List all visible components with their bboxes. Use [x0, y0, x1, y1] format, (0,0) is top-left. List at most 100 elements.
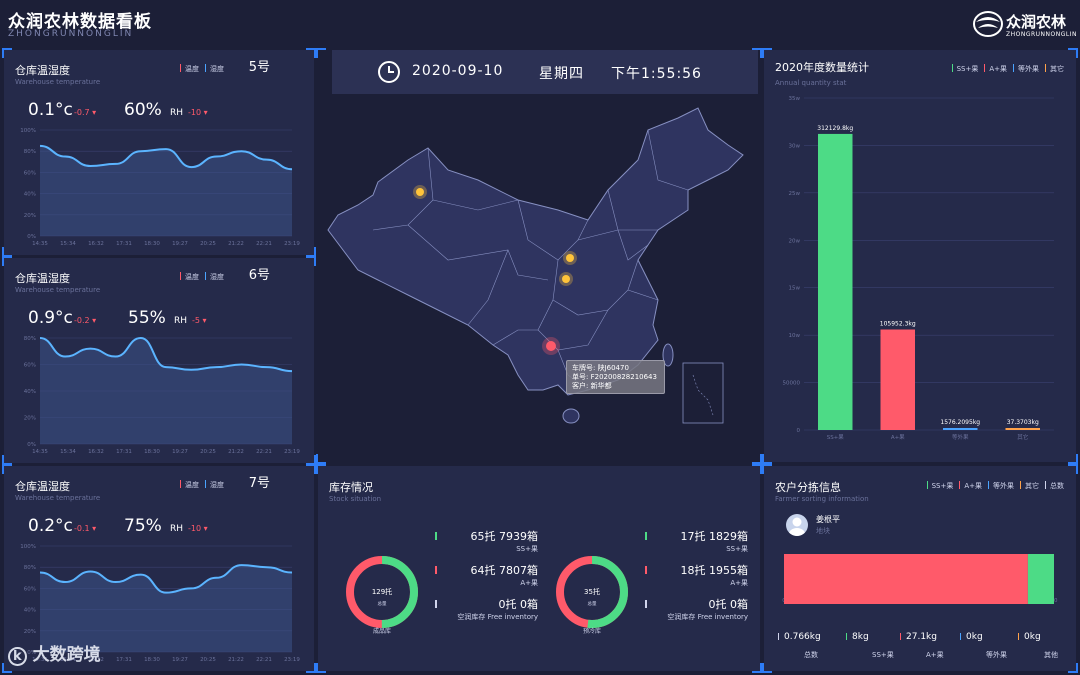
bar[interactable] — [943, 428, 978, 430]
stock-donut[interactable]: 129托总量成品库 — [342, 552, 422, 646]
bar-data-label: 105952.3kg — [880, 320, 916, 327]
warehouse-title: 仓库温湿度 — [15, 480, 70, 493]
bar[interactable] — [880, 329, 916, 430]
stat-color-tick — [1018, 633, 1019, 640]
y-tick-label: 100% — [20, 544, 36, 550]
legend-a[interactable]: A+果 — [984, 64, 1007, 74]
warehouse-legend: 温度 湿度 — [180, 64, 224, 74]
y-tick-label: 40% — [24, 608, 36, 614]
tooltip-customer: 客户: 新华都 — [572, 382, 612, 390]
tooltip-order: 单号: F20200828210643 — [572, 373, 657, 381]
x-tick-label: 17:31 — [116, 657, 132, 663]
header: 众润农林数据看板 ZHONGRUNNONGLIN 众润农林 ZHONGRUNNO… — [0, 0, 1080, 46]
warehouse-title: 仓库温湿度 — [15, 64, 70, 77]
bar-data-label: 37.3703kg — [1007, 419, 1039, 426]
logo-sub: ZHONGRUNNONGLIN — [1006, 31, 1077, 38]
stacked-bar-segment[interactable] — [1027, 554, 1054, 604]
bar[interactable] — [1005, 428, 1041, 430]
stock-label: SS+果 — [516, 545, 538, 553]
y-tick-label: 10w — [789, 333, 801, 339]
legend-ss[interactable]: SS+果 — [926, 481, 953, 491]
x-tick-label: 等外果 — [952, 433, 969, 441]
farmer-legend: SS+果 A+果 等外果 其它 总数 — [926, 481, 1064, 491]
legend-misc[interactable]: 其它 — [1045, 64, 1064, 74]
stat-label: SS+果 — [872, 651, 894, 659]
x-tick-label: 18:30 — [144, 449, 160, 455]
y-tick-label: 40% — [24, 192, 36, 198]
legend-total[interactable]: 总数 — [1045, 481, 1064, 491]
legend-temp[interactable]: 温度 — [180, 272, 199, 282]
legend-temp[interactable]: 温度 — [180, 64, 199, 74]
watermark: k 大数跨境 — [8, 640, 101, 666]
x-tick-label: 17:31 — [116, 241, 132, 247]
bar-data-label: 312129.8kg — [817, 125, 853, 132]
y-tick-label: 80% — [24, 336, 36, 342]
y-tick-label: 50000 — [783, 381, 801, 387]
warehouse-subtitle: Warehouse temperature — [15, 78, 101, 86]
x-tick-label: 18:30 — [144, 657, 160, 663]
x-tick-label: 15:34 — [60, 241, 76, 247]
x-tick-label: 23:19 — [284, 449, 300, 455]
x-tick-label: 16:32 — [88, 449, 104, 455]
stock-label: A+果 — [520, 579, 538, 587]
map-marker-xinjiang — [413, 185, 427, 199]
legend-humidity[interactable]: 湿度 — [205, 480, 224, 490]
legend-temp[interactable]: 温度 — [180, 480, 199, 490]
warehouse-panel: 仓库温湿度 Warehouse temperature 温度 湿度 5号 0.1°c -0.… — [2, 48, 316, 257]
watermark-logo-icon: k — [8, 647, 27, 666]
legend-other[interactable]: 等外果 — [988, 481, 1014, 491]
humidity-value: 75% — [124, 516, 162, 536]
stat-value: 0kg — [966, 632, 983, 642]
y-tick-label: 80% — [24, 149, 36, 155]
app-subtitle: ZHONGRUNNONGLIN — [8, 29, 134, 39]
legend-humidity[interactable]: 湿度 — [205, 272, 224, 282]
bar[interactable] — [818, 133, 853, 430]
stacked-bar-segment[interactable] — [784, 554, 1028, 604]
x-tick-label: 14:35 — [32, 449, 48, 455]
stat-value: 0kg — [1024, 632, 1041, 642]
stock-color-tick — [645, 566, 647, 574]
humidity-area — [40, 145, 292, 236]
x-tick-label: 21:22 — [228, 449, 244, 455]
warehouse-panel: 仓库温湿度 Warehouse temperature 温度 湿度 6号 0.9°c -0.… — [2, 256, 316, 465]
legend-a[interactable]: A+果 — [959, 481, 982, 491]
x-tick-label: 16:32 — [88, 241, 104, 247]
y-tick-label: 0% — [27, 442, 36, 448]
clock-weekday: 星期四 — [539, 66, 584, 82]
temperature-delta: -0.1 ▾ — [74, 524, 97, 533]
x-tick-label: 20:25 — [200, 449, 216, 455]
rh-label: RH — [170, 524, 184, 534]
map-marker-selected — [542, 337, 560, 355]
x-tick-label: 22:21 — [256, 449, 272, 455]
stat-color-tick — [846, 633, 847, 640]
stock-value: 0托 0箱 — [708, 598, 749, 611]
logo-text: 众润农林 — [1006, 13, 1067, 31]
annual-legend: SS+果 A+果 等外果 其它 — [951, 64, 1064, 74]
stat-color-tick — [960, 633, 961, 640]
legend-misc[interactable]: 其它 — [1020, 481, 1039, 491]
legend-ss[interactable]: SS+果 — [951, 64, 978, 74]
humidity-delta: -10 ▾ — [188, 108, 208, 117]
map-marker-shanxi-2 — [559, 272, 573, 286]
x-tick-label: 22:21 — [256, 657, 272, 663]
stock-label: A+果 — [730, 579, 748, 587]
annual-subtitle: Annual quantity stat — [775, 79, 847, 87]
donut-center-value: 35托 — [584, 587, 600, 596]
legend-other[interactable]: 等外果 — [1013, 64, 1039, 74]
south-sea-inset — [682, 362, 724, 424]
stock-value: 64托 7807箱 — [470, 564, 539, 577]
y-tick-label: 20w — [789, 238, 801, 244]
x-tick-label: 15:34 — [60, 449, 76, 455]
stock-subtitle: Stock situation — [329, 495, 382, 503]
x-tick-label: 20:25 — [200, 657, 216, 663]
farmer-bar-chart: 051015202530 — [782, 554, 1058, 604]
humidity-line-chart: 100% 80% 60% 40% 20% 0%14:35 15:34 16:32 17:31 18… — [20, 128, 300, 247]
farmer-panel: 农户分拣信息 Farmer sorting information SS+果 A… — [762, 464, 1078, 673]
humidity-delta: -5 ▾ — [192, 316, 207, 325]
y-tick-label: 60% — [24, 363, 36, 369]
legend-humidity[interactable]: 湿度 — [205, 64, 224, 74]
x-tick-label: 23:19 — [284, 241, 300, 247]
annual-bar-chart: 0 50000 10w 15w 20w 25w 30w 35w 312129.8kg SS+果 10… — [783, 96, 1054, 441]
x-tick-label: 17:31 — [116, 449, 132, 455]
stock-donut[interactable]: 35托总量预冷库 — [552, 552, 632, 646]
